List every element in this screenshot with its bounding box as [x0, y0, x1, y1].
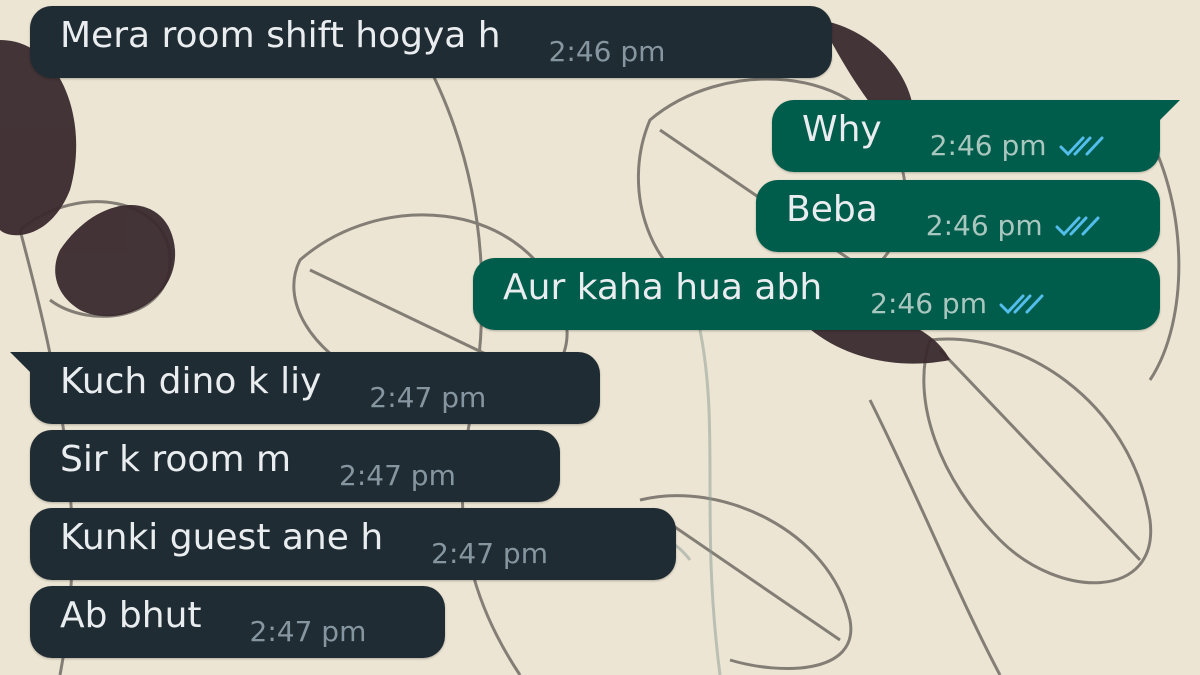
message-meta: 2:47 pm: [369, 384, 486, 412]
message-meta: 2:46 pm: [930, 132, 1105, 160]
incoming-message[interactable]: Kuch dino k liy 2:47 pm: [10, 352, 600, 424]
message-text: Aur kaha hua abh: [503, 267, 823, 308]
bubble-tail-icon: [10, 352, 32, 374]
outgoing-message[interactable]: Why 2:46 pm: [772, 100, 1180, 172]
message-text: Sir k room m: [60, 439, 292, 480]
incoming-message[interactable]: Kunki guest ane h 2:47 pm: [30, 508, 676, 580]
message-timestamp: 2:47 pm: [369, 381, 487, 414]
outgoing-message[interactable]: Aur kaha hua abh 2:46 pm: [473, 258, 1160, 330]
message-meta: 2:46 pm: [870, 290, 1045, 318]
message-meta: 2:47 pm: [431, 540, 548, 568]
incoming-message[interactable]: Mera room shift hogya h 2:46 pm: [30, 6, 832, 78]
message-meta: 2:47 pm: [339, 462, 456, 490]
message-text: Mera room shift hogya h: [60, 15, 501, 56]
double-check-read-icon: [999, 294, 1044, 315]
message-meta: 2:47 pm: [250, 618, 367, 646]
message-timestamp: 2:47 pm: [249, 615, 367, 648]
message-text: Ab bhut: [60, 595, 202, 636]
message-text: Kunki guest ane h: [60, 517, 384, 558]
message-timestamp: 2:46 pm: [548, 35, 666, 68]
message-text: Why: [802, 109, 882, 150]
double-check-read-icon: [1055, 216, 1100, 237]
message-timestamp: 2:47 pm: [339, 459, 456, 492]
message-timestamp: 2:46 pm: [870, 287, 987, 320]
outgoing-message[interactable]: Beba 2:46 pm: [756, 180, 1160, 252]
message-text: Kuch dino k liy: [60, 361, 322, 402]
message-timestamp: 2:46 pm: [925, 209, 1043, 242]
message-text: Beba: [786, 189, 878, 230]
double-check-read-icon: [1059, 136, 1104, 157]
incoming-message[interactable]: Sir k room m 2:47 pm: [30, 430, 560, 502]
message-timestamp: 2:47 pm: [431, 537, 548, 570]
message-meta: 2:46 pm: [549, 38, 666, 66]
incoming-message[interactable]: Ab bhut 2:47 pm: [30, 586, 445, 658]
chat-message-list[interactable]: Mera room shift hogya h 2:46 pm Why 2:46 pm…: [0, 0, 1200, 675]
message-timestamp: 2:46 pm: [929, 129, 1047, 162]
message-meta: 2:46 pm: [926, 212, 1101, 240]
bubble-tail-icon: [1158, 100, 1180, 122]
